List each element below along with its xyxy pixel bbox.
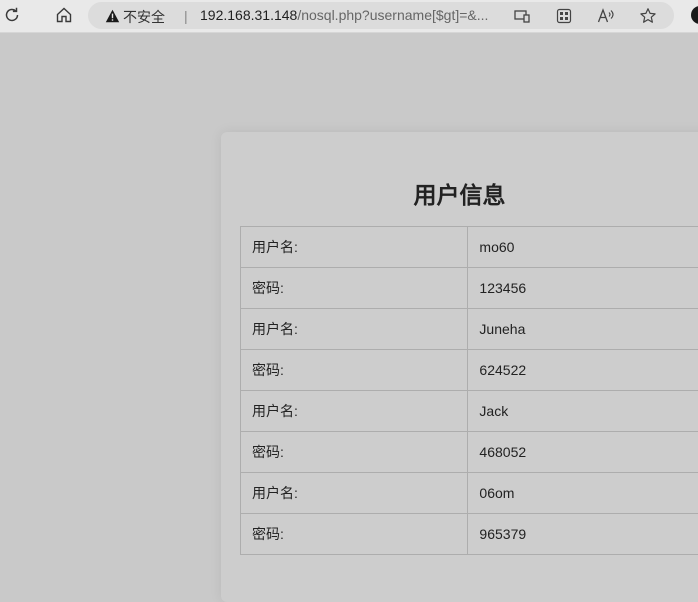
url-host: 192.168.31.148 <box>200 7 297 23</box>
table-row: 密码:624522 <box>241 350 698 391</box>
row-value: 468052 <box>468 432 698 473</box>
row-label: 用户名: <box>241 309 468 350</box>
row-value: 123456 <box>468 268 698 309</box>
table-row: 密码:965379 <box>241 514 698 555</box>
row-value: 06om <box>468 473 698 514</box>
row-label: 密码: <box>241 350 468 391</box>
row-label: 用户名: <box>241 473 468 514</box>
table-row: 用户名:mo60 <box>241 227 698 268</box>
read-aloud-icon[interactable] <box>596 6 616 26</box>
favorite-star-icon[interactable] <box>638 6 658 26</box>
url-path: /nosql.php?username[$gt]=&... <box>297 7 488 23</box>
table-row: 密码:123456 <box>241 268 698 309</box>
app-grid-icon[interactable] <box>554 6 574 26</box>
row-value: Juneha <box>468 309 698 350</box>
profile-avatar[interactable] <box>691 6 698 24</box>
separator: | <box>184 8 188 24</box>
row-label: 密码: <box>241 432 468 473</box>
row-label: 用户名: <box>241 391 468 432</box>
url-text[interactable]: 192.168.31.148/nosql.php?username[$gt]=&… <box>200 7 488 23</box>
home-icon[interactable] <box>52 3 76 27</box>
warning-icon[interactable] <box>104 8 120 24</box>
table-row: 用户名:Jack <box>241 391 698 432</box>
row-value: Jack <box>468 391 698 432</box>
row-value: mo60 <box>468 227 698 268</box>
row-value: 965379 <box>468 514 698 555</box>
browser-toolbar: 不安全 | 192.168.31.148/nosql.php?username[… <box>0 0 698 33</box>
row-label: 用户名: <box>241 227 468 268</box>
page-title: 用户信息 <box>221 176 698 210</box>
address-bar[interactable]: 不安全 | 192.168.31.148/nosql.php?username[… <box>88 2 674 29</box>
table-row: 密码:468052 <box>241 432 698 473</box>
device-cast-icon[interactable] <box>512 6 532 26</box>
row-label: 密码: <box>241 514 468 555</box>
row-label: 密码: <box>241 268 468 309</box>
user-info-card: 用户信息 用户名:mo60密码:123456用户名:Juneha密码:62452… <box>221 132 698 602</box>
table-row: 用户名:06om <box>241 473 698 514</box>
row-value: 624522 <box>468 350 698 391</box>
security-label[interactable]: 不安全 <box>123 7 165 27</box>
user-info-table: 用户名:mo60密码:123456用户名:Juneha密码:624522用户名:… <box>240 226 698 555</box>
table-row: 用户名:Juneha <box>241 309 698 350</box>
refresh-icon[interactable] <box>0 3 24 27</box>
